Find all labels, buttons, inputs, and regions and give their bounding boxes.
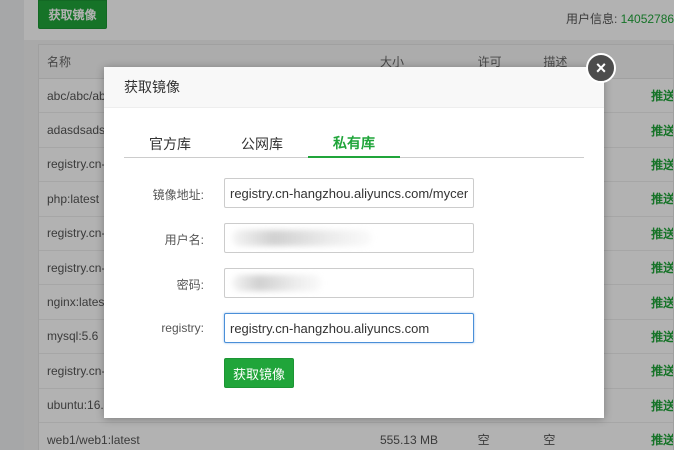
- username-label: 用户名:: [164, 233, 204, 247]
- registry-input[interactable]: [224, 313, 474, 343]
- submit-get-image-button[interactable]: 获取镜像: [224, 358, 294, 388]
- tab-public[interactable]: 公网库: [216, 129, 308, 158]
- get-image-dialog: 获取镜像 官方库 公网库 私有库 镜像地址: 用户名: 密码: registry…: [104, 67, 604, 418]
- dialog-title: 获取镜像: [104, 67, 604, 108]
- registry-tabs: 官方库 公网库 私有库: [124, 129, 584, 158]
- tab-official[interactable]: 官方库: [124, 129, 216, 158]
- image-url-input[interactable]: [224, 178, 474, 208]
- image-url-label: 镜像地址:: [152, 188, 204, 202]
- registry-label: registry:: [161, 321, 204, 335]
- password-redaction: [232, 275, 322, 291]
- tab-private[interactable]: 私有库: [308, 129, 400, 158]
- password-label: 密码:: [176, 278, 204, 292]
- username-redaction: [232, 230, 372, 246]
- close-icon[interactable]: ×: [586, 53, 616, 83]
